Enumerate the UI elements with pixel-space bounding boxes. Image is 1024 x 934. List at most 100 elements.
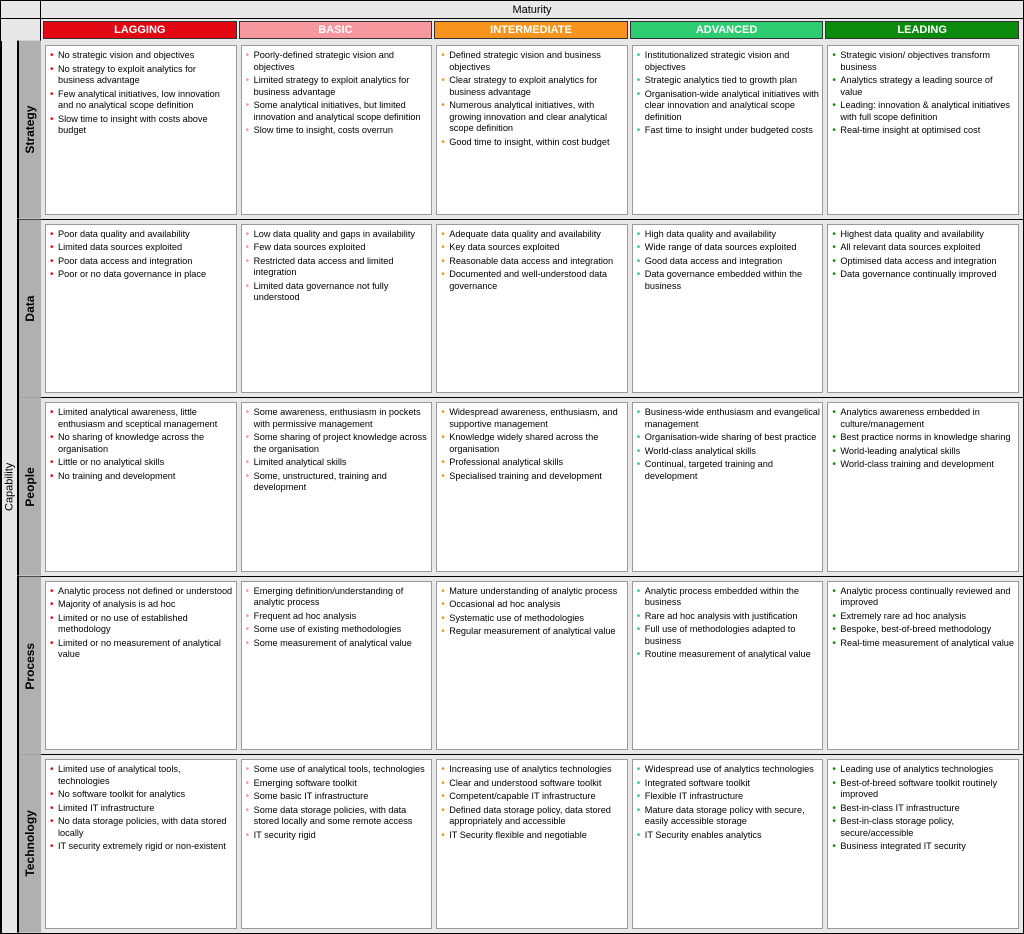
capability-label-process: Process xyxy=(17,577,41,755)
bullet-item: Limited data sources exploited xyxy=(48,242,234,254)
bullet-item: No software toolkit for analytics xyxy=(48,789,234,801)
bullet-item: Good data access and integration xyxy=(635,256,821,268)
bullet-item: World-class analytical skills xyxy=(635,446,821,458)
bullet-item: Integrated software toolkit xyxy=(635,778,821,790)
bullet-item: IT Security enables analytics xyxy=(635,830,821,842)
bullet-item: Clear and understood software toolkit xyxy=(439,778,625,790)
bullet-item: Real-time measurement of analytical valu… xyxy=(830,638,1016,650)
matrix-cell: No strategic vision and objectivesNo str… xyxy=(45,45,237,215)
bullet-item: Little or no analytical skills xyxy=(48,457,234,469)
matrix-cell: Emerging definition/understanding of ana… xyxy=(241,581,433,751)
capability-cells: Limited use of analytical tools, technol… xyxy=(41,755,1023,933)
bullet-item: Bespoke, best-of-breed methodology xyxy=(830,624,1016,636)
bullet-item: Some data storage policies, with data st… xyxy=(244,805,430,828)
bullet-item: IT security rigid xyxy=(244,830,430,842)
matrix-cell: Some awareness, enthusiasm in pockets wi… xyxy=(241,402,433,572)
capability-cells: Poor data quality and availabilityLimite… xyxy=(41,220,1023,398)
bullet-item: Increasing use of analytics technologies xyxy=(439,764,625,776)
matrix-cell: Leading use of analytics technologies Bes… xyxy=(827,759,1019,929)
bullet-item: Wide range of data sources exploited xyxy=(635,242,821,254)
bullet-item: Poor data access and integration xyxy=(48,256,234,268)
bullet-item: Restricted data access and limited integ… xyxy=(244,256,430,279)
bullet-item: Slow time to insight, costs overrun xyxy=(244,125,430,137)
bullet-item: Leading: innovation & analytical initiat… xyxy=(830,100,1016,123)
bullet-item: IT Security flexible and negotiable xyxy=(439,830,625,842)
bullet-item: Highest data quality and availability xyxy=(830,229,1016,241)
bullet-item: Rare ad hoc analysis with justification xyxy=(635,611,821,623)
matrix-cell: Analytic process embedded within the bus… xyxy=(632,581,824,751)
bullet-item: Analytic process embedded within the bus… xyxy=(635,586,821,609)
level-header-advanced: ADVANCED xyxy=(630,21,824,39)
bullet-item: Mature data storage policy with secure, … xyxy=(635,805,821,828)
bullet-item: Specialised training and development xyxy=(439,471,625,483)
bullet-item: Full use of methodologies adapted to bus… xyxy=(635,624,821,647)
bullet-item: Business integrated IT security xyxy=(830,841,1016,853)
bullet-item: Emerging definition/understanding of ana… xyxy=(244,586,430,609)
matrix-cell: Strategic vision/ objectives transform b… xyxy=(827,45,1019,215)
capability-label-technology: Technology xyxy=(17,755,41,933)
bullet-item: Data governance embedded within the busi… xyxy=(635,269,821,292)
bullet-item: Good time to insight, within cost budget xyxy=(439,137,625,149)
bullet-item: No strategic vision and objectives xyxy=(48,50,234,62)
maturity-axis-label: Maturity xyxy=(41,1,1023,19)
bullet-item: High data quality and availability xyxy=(635,229,821,241)
bullet-item: Low data quality and gaps in availabilit… xyxy=(244,229,430,241)
bullet-item: Frequent ad hoc analysis xyxy=(244,611,430,623)
level-headers: LAGGINGBASICINTERMEDIATEADVANCEDLEADING xyxy=(41,19,1023,41)
bullet-item: Limited strategy to exploit analytics fo… xyxy=(244,75,430,98)
bullet-item: Leading use of analytics technologies xyxy=(830,764,1016,776)
bullet-item: Regular measurement of analytical value xyxy=(439,626,625,638)
bullet-item: Few analytical initiatives, low innovati… xyxy=(48,89,234,112)
matrix-cell: Analytics awareness embedded in culture/… xyxy=(827,402,1019,572)
matrix-cell: Analytic process continually reviewed an… xyxy=(827,581,1019,751)
matrix-cell: High data quality and availabilityWide r… xyxy=(632,224,824,394)
bullet-item: Few data sources exploited xyxy=(244,242,430,254)
bullet-item: Limited use of analytical tools, technol… xyxy=(48,764,234,787)
matrix-cell: Adequate data quality and availabilityKe… xyxy=(436,224,628,394)
bullet-item: Strategic vision/ objectives transform b… xyxy=(830,50,1016,73)
bullet-item: Competent/capable IT infrastructure xyxy=(439,791,625,803)
bullet-item: IT security extremely rigid or non-exist… xyxy=(48,841,234,853)
bullet-item: World-class training and development xyxy=(830,459,1016,471)
bullet-item: Mature understanding of analytic process xyxy=(439,586,625,598)
bullet-item: Poor data quality and availability xyxy=(48,229,234,241)
bullet-item: Limited data governance not fully unders… xyxy=(244,281,430,304)
capability-label-people: People xyxy=(17,398,41,576)
bullet-item: Defined data storage policy, data stored… xyxy=(439,805,625,828)
bullet-item: Emerging software toolkit xyxy=(244,778,430,790)
bullet-item: Knowledge widely shared across the organ… xyxy=(439,432,625,455)
capability-row-technology: Technology Limited use of analytical tool… xyxy=(17,754,1023,933)
bullet-item: Some analytical initiatives, but limited… xyxy=(244,100,430,123)
capability-row-people: People Limited analytical awareness, litt… xyxy=(17,397,1023,576)
bullet-item: Real-time insight at optimised cost xyxy=(830,125,1016,137)
bullet-item: Some measurement of analytical value xyxy=(244,638,430,650)
matrix-cell: Highest data quality and availabilityAll… xyxy=(827,224,1019,394)
bullet-item: Systematic use of methodologies xyxy=(439,613,625,625)
capability-axis-label: Capability xyxy=(1,41,17,933)
bullet-item: Data governance continually improved xyxy=(830,269,1016,281)
bullet-item: All relevant data sources exploited xyxy=(830,242,1016,254)
matrix-cell: Institutionalized strategic vision and o… xyxy=(632,45,824,215)
matrix-cell: Poor data quality and availabilityLimite… xyxy=(45,224,237,394)
matrix-cell: Increasing use of analytics technologies… xyxy=(436,759,628,929)
bullet-item: Limited or no measurement of analytical … xyxy=(48,638,234,661)
bullet-item: Widespread use of analytics technologies xyxy=(635,764,821,776)
bullet-item: World-leading analytical skills xyxy=(830,446,1016,458)
bullet-item: Analytics awareness embedded in culture/… xyxy=(830,407,1016,430)
bullet-item: No training and development xyxy=(48,471,234,483)
bullet-item: Slow time to insight with costs above bu… xyxy=(48,114,234,137)
bullet-item: Best-in-class storage policy, secure/acc… xyxy=(830,816,1016,839)
bullet-item: Some basic IT infrastructure xyxy=(244,791,430,803)
capability-row-data: DataPoor data quality and availabilityLi… xyxy=(17,219,1023,398)
bullet-item: Limited analytical awareness, little ent… xyxy=(48,407,234,430)
bullet-item: Optimised data access and integration xyxy=(830,256,1016,268)
bullet-item: Best-of-breed software toolkit routinely… xyxy=(830,778,1016,801)
matrix-cell: Analytic process not defined or understo… xyxy=(45,581,237,751)
bullet-item: Best-in-class IT infrastructure xyxy=(830,803,1016,815)
bullet-item: Poorly-defined strategic vision and obje… xyxy=(244,50,430,73)
matrix-cell: Defined strategic vision and business ob… xyxy=(436,45,628,215)
level-header-leading: LEADING xyxy=(825,21,1019,39)
level-header-intermediate: INTERMEDIATE xyxy=(434,21,628,39)
maturity-matrix: Maturity LAGGINGBASICINTERMEDIATEADVANCE… xyxy=(0,0,1024,934)
bullet-item: Routine measurement of analytical value xyxy=(635,649,821,661)
